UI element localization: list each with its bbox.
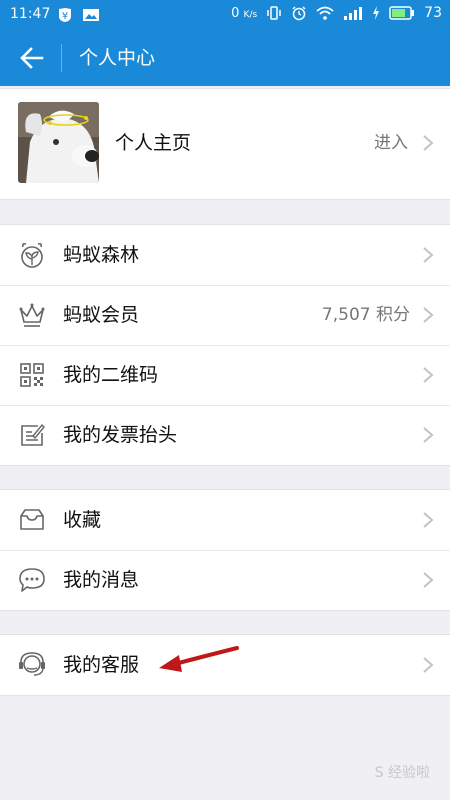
- menu-item-my-messages[interactable]: 我的消息: [0, 550, 450, 610]
- profile-row[interactable]: 个人主页 进入: [0, 89, 450, 199]
- status-time: 11:47: [10, 6, 51, 22]
- signal-icon: [344, 7, 363, 20]
- charging-icon: [373, 6, 380, 20]
- menu-label: 收藏: [63, 509, 102, 531]
- profile-section: 个人主页 进入: [0, 88, 450, 200]
- svg-text:¥: ¥: [62, 11, 68, 22]
- invoice-edit-icon: [21, 423, 45, 446]
- chevron-right-icon: [423, 307, 434, 323]
- back-arrow-icon[interactable]: [18, 44, 46, 72]
- menu-label: 蚂蚁会员: [63, 304, 140, 326]
- menu-group-2: 收藏 我的消息: [0, 489, 450, 611]
- image-icon: [83, 9, 99, 21]
- chevron-right-icon: [423, 247, 434, 263]
- menu-label: 蚂蚁森林: [63, 244, 140, 266]
- membership-points: 7,507 积分: [321, 305, 410, 325]
- wifi-icon: [316, 6, 334, 20]
- chevron-right-icon: [423, 135, 434, 151]
- annotation-arrow-icon: [159, 646, 239, 672]
- menu-item-favorites[interactable]: 收藏: [0, 490, 450, 550]
- headset-service-icon: [19, 652, 45, 676]
- network-unit: K/s: [243, 9, 258, 20]
- profile-label: 个人主页: [115, 132, 192, 154]
- chat-bubble-icon: [19, 568, 45, 592]
- menu-item-ant-forest[interactable]: 蚂蚁森林: [0, 225, 450, 285]
- battery-icon: [389, 6, 415, 20]
- qrcode-icon: [20, 363, 44, 387]
- network-speed: 0: [231, 5, 240, 21]
- chevron-right-icon: [423, 572, 434, 588]
- chevron-right-icon: [423, 657, 434, 673]
- inbox-tray-icon: [20, 509, 44, 530]
- menu-item-ant-membership[interactable]: 蚂蚁会员 7,507 积分: [0, 285, 450, 345]
- chevron-right-icon: [423, 367, 434, 383]
- profile-enter-text: 进入: [374, 133, 408, 153]
- battery-level: 73: [424, 5, 442, 21]
- status-bar: 11:47 ¥ 0 K/s 73: [0, 0, 450, 30]
- menu-item-invoice-title[interactable]: 我的发票抬头: [0, 405, 450, 465]
- menu-label: 我的消息: [63, 569, 140, 591]
- avatar: [18, 102, 99, 183]
- crown-icon: [19, 303, 45, 327]
- header-divider: [61, 44, 62, 72]
- menu-label: 我的发票抬头: [63, 424, 178, 446]
- menu-group-1: 蚂蚁森林 蚂蚁会员 7,507 积分 我的二维码 我的发票抬头: [0, 224, 450, 466]
- menu-item-my-qrcode[interactable]: 我的二维码: [0, 345, 450, 405]
- chevron-right-icon: [423, 427, 434, 443]
- alipay-icon: ¥: [59, 8, 71, 22]
- header-bar: 个人中心: [0, 30, 450, 86]
- menu-label: 我的二维码: [63, 364, 159, 386]
- forest-sprout-icon: [21, 243, 43, 268]
- menu-label: 我的客服: [63, 654, 140, 676]
- vibrate-icon: [267, 6, 281, 20]
- alarm-icon: [292, 6, 306, 21]
- chevron-right-icon: [423, 512, 434, 528]
- page-title: 个人中心: [79, 47, 156, 69]
- watermark-text: S 经验啦: [374, 765, 430, 781]
